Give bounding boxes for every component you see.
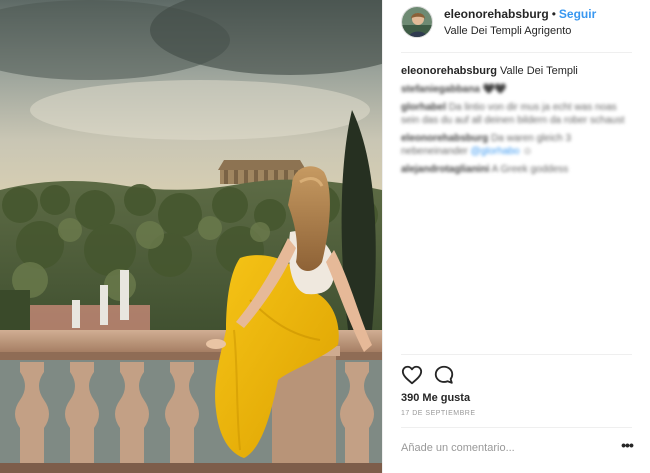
comment-username[interactable]: eleonorehabsburg [401,133,488,144]
black-heart-emoji: 🖤🖤 [482,84,507,95]
header-user-line: eleonorehabsburg • Seguir [444,7,596,21]
likes-count[interactable]: 390 Me gusta [401,392,470,404]
caption-text: Valle Dei Templi [500,65,578,77]
username-link[interactable]: eleonorehabsburg [444,7,549,21]
divider-bottom [401,427,632,428]
action-bar [401,364,481,386]
comment-mention[interactable]: @glorhabo [471,146,520,157]
comment-icon[interactable] [433,364,455,386]
heart-icon[interactable] [401,364,423,386]
comment-item: eleonorehabsburg Da waren gleich 3 neben… [401,132,633,158]
post-date[interactable]: 17 DE SEPTIEMBRE [401,410,476,417]
photo-illustration [0,0,382,473]
comment-username[interactable]: glorhabel [401,102,446,113]
comment-item: stefaniegabbana 🖤🖤 [401,83,633,96]
post-sidebar: eleonorehabsburg • Seguir Valle Dei Templi… [382,0,650,473]
caption-username[interactable]: eleonorehabsburg [401,65,497,77]
smile-emoji: ☺ [522,146,533,157]
comment-item: glorhabel Da lintio von dir mus ja echt … [401,101,633,127]
post-caption: eleonorehabsburg Valle Dei Templi [401,64,633,78]
divider-top [401,52,632,53]
comments-list: eleonorehabsburg Valle Dei Templi stefan… [401,64,633,176]
heart-icon-glyph [401,365,423,385]
avatar-image [402,7,432,37]
profile-avatar[interactable] [401,6,433,38]
comment-username[interactable]: alejandrotaglianini [401,164,489,175]
post-photo[interactable] [0,0,382,473]
comment-item: alejandrotaglianini A Greek goddess [401,163,633,176]
comment-icon-glyph [434,365,454,384]
add-comment-input[interactable] [401,436,619,460]
comment-text: A Greek goddess [491,164,569,175]
divider-middle [401,354,632,355]
follow-button[interactable]: Seguir [559,7,596,21]
comment-username[interactable]: stefaniegabbana [401,84,480,95]
separator-dot: • [551,7,556,21]
post-header: eleonorehabsburg • Seguir Valle Dei Templi… [383,0,650,52]
more-options-icon[interactable]: ••• [619,438,635,454]
location-link[interactable]: Valle Dei Templi Agrigento [444,25,571,37]
